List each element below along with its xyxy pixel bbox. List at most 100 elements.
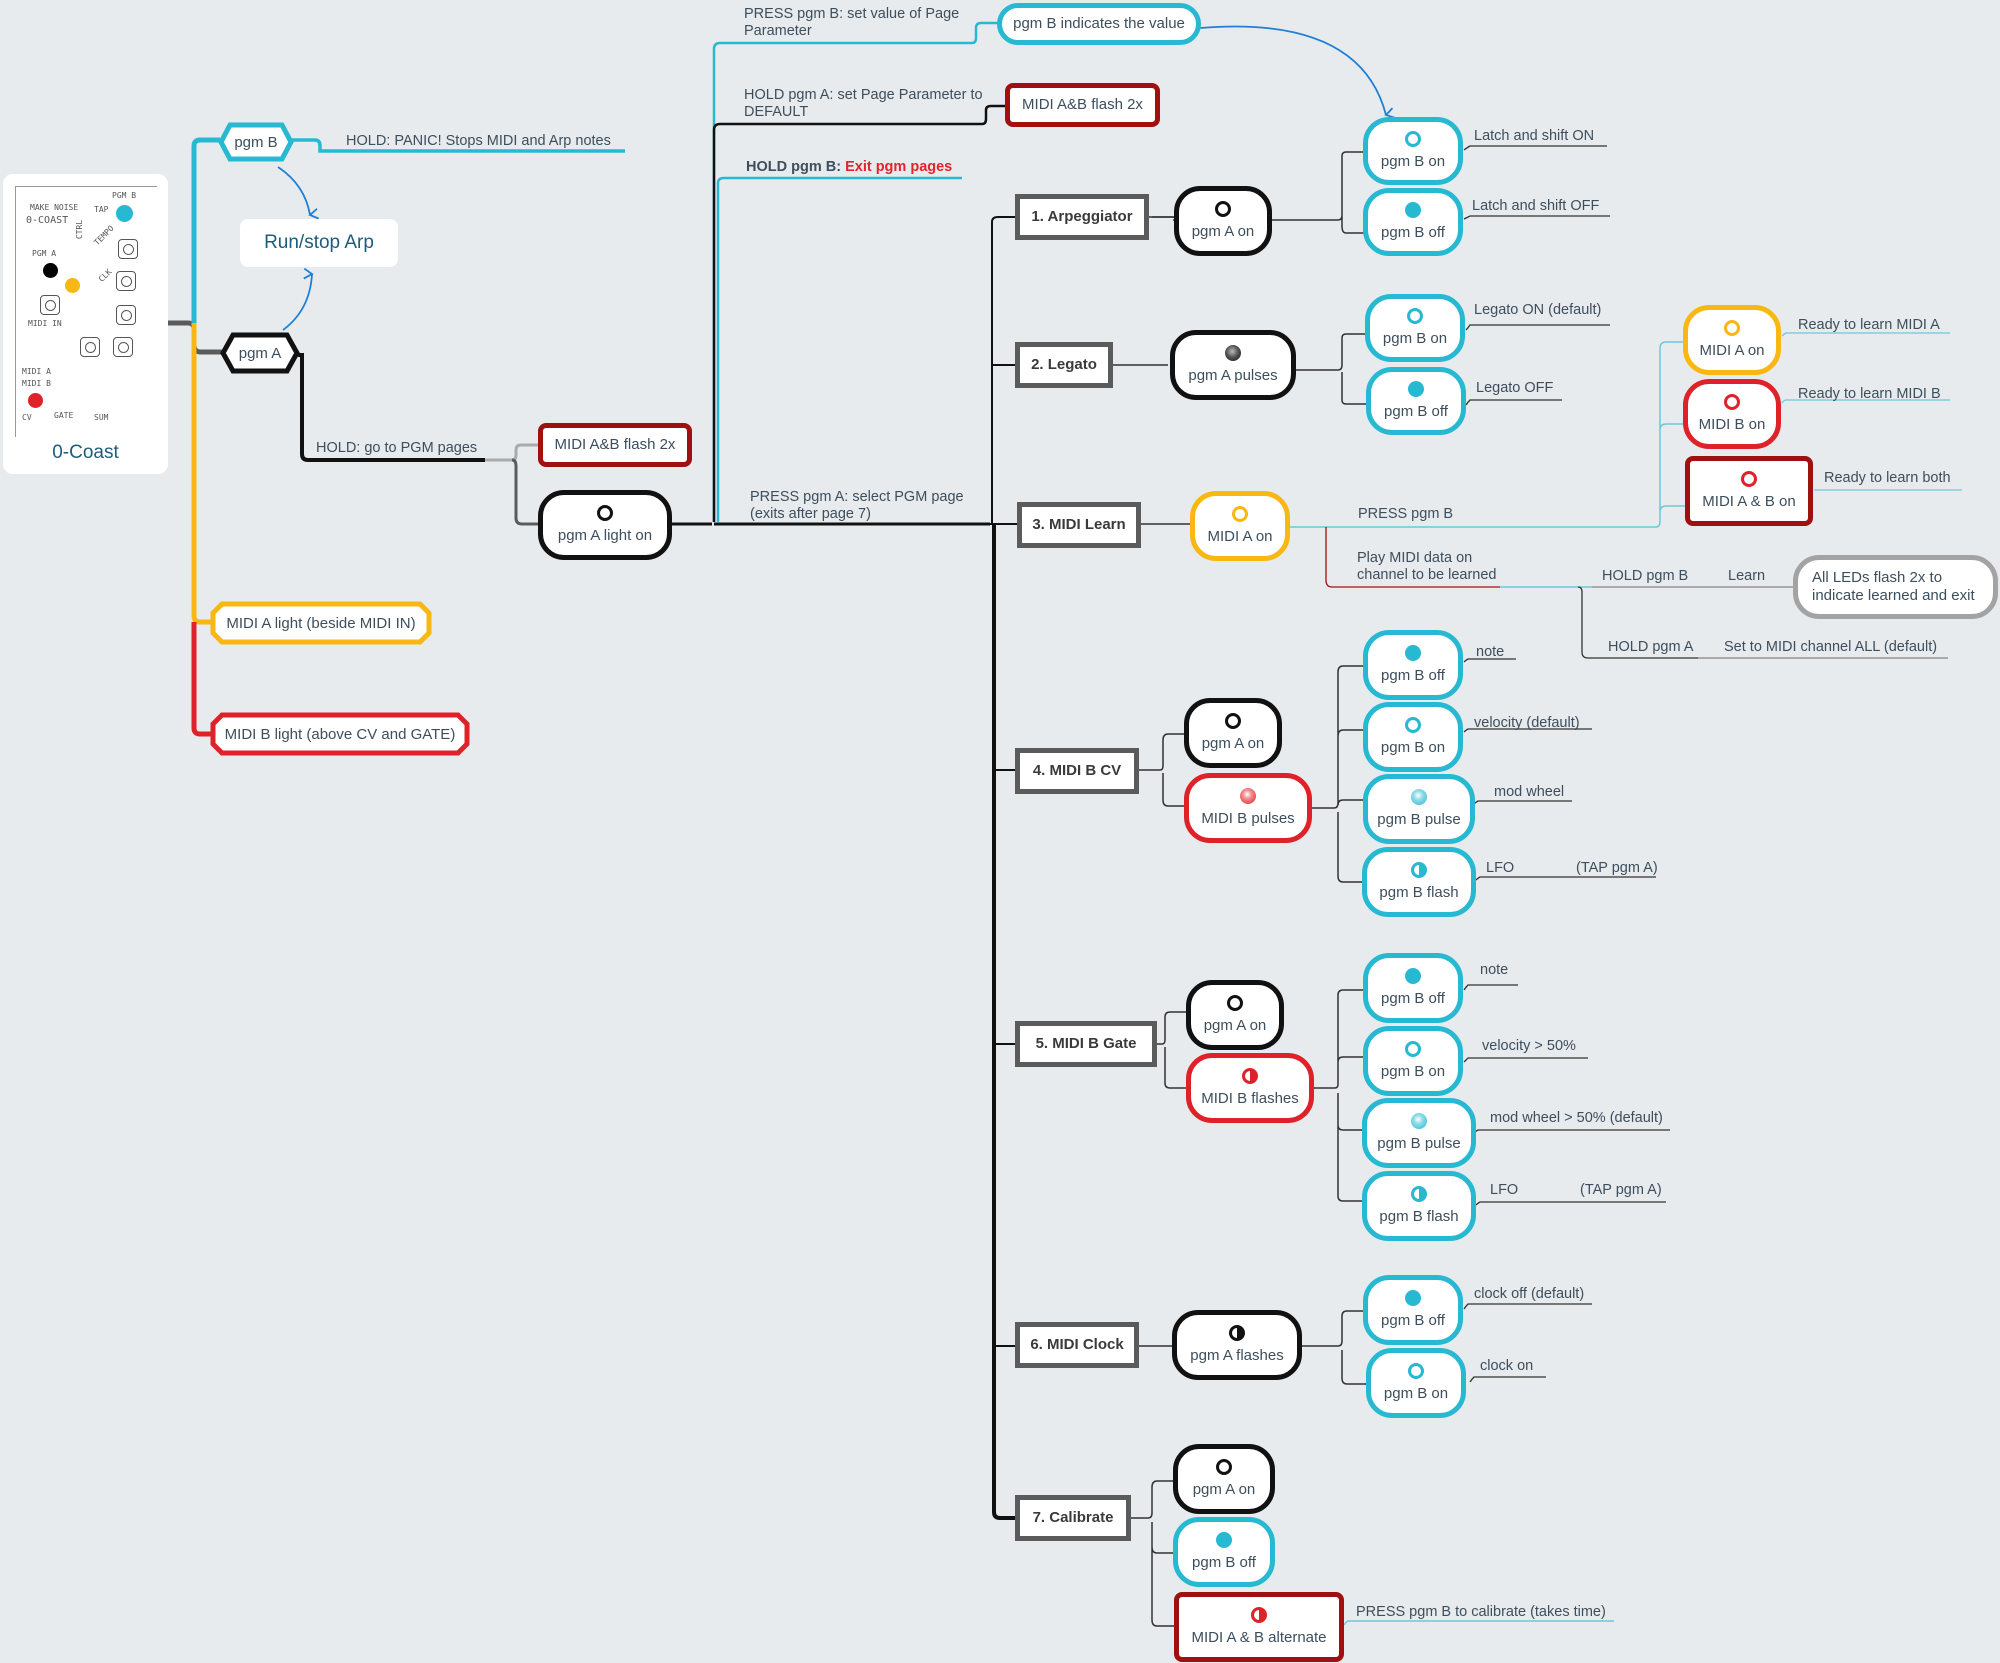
hold-a-flash-label: MIDI A&B flash 2x <box>1022 96 1143 113</box>
press-pgm-b-note: PRESS pgm B <box>1358 506 1454 522</box>
page-7-indicator-2: pgm B off <box>1173 1517 1275 1587</box>
led-pulse-black-icon <box>1225 345 1241 361</box>
page-3-option-3: MIDI A & B on <box>1685 456 1813 526</box>
page-5-option-3: pgm B pulse <box>1362 1098 1476 1168</box>
wire-to-pgm-a-light <box>511 458 540 526</box>
option-meaning: LFO <box>1490 1182 1519 1198</box>
led-open-black-icon <box>597 505 613 521</box>
page-2-option-2: pgm B off <box>1366 367 1466 435</box>
pgm-a-hold-note: HOLD: go to PGM pages <box>316 440 478 456</box>
page-6-midi-clock[interactable]: 6. MIDI Clock <box>1015 1322 1139 1368</box>
page-1-indicator: pgm A on <box>1174 186 1272 256</box>
page-1-option-2: pgm B off <box>1363 188 1463 256</box>
led-pulse-teal-icon <box>1411 1113 1427 1129</box>
page-3-midi-learn[interactable]: 3. MIDI Learn <box>1017 502 1141 548</box>
page-5-option-4: pgm B flash <box>1362 1171 1476 1241</box>
page-2-legato[interactable]: 2. Legato <box>1015 342 1113 388</box>
cv-label: CV <box>22 413 32 422</box>
learn-result-label: All LEDs flash 2x to indicate learned an… <box>1812 569 1975 604</box>
arrow-pgm-a-run <box>282 267 314 331</box>
option-label: pgm B on <box>1380 153 1446 170</box>
page-1-arpeggiator[interactable]: 1. Arpeggiator <box>1015 194 1149 240</box>
midi-b-light-node: MIDI B light (above CV and GATE) <box>210 712 470 756</box>
led-open-teal-icon <box>1405 717 1421 733</box>
page-4-option-3: pgm B pulse <box>1363 774 1475 844</box>
midi-a-light-node: MIDI A light (beside MIDI IN) <box>210 601 432 645</box>
led-filled-teal-icon <box>1405 1290 1421 1306</box>
led-half-red-icon <box>1251 1607 1267 1623</box>
wire-pgm-b <box>191 137 220 323</box>
wire-page-spine <box>991 216 1016 524</box>
hold-pgm-b-note: HOLD pgm B <box>1602 568 1689 584</box>
led-open-black-icon <box>1215 201 1231 217</box>
pgm-b-hold-note: HOLD: PANIC! Stops MIDI and Arp notes <box>346 133 611 149</box>
page-4-option-1: pgm B off <box>1363 630 1463 700</box>
led-open-teal-icon <box>1405 1041 1421 1057</box>
page-title: 6. MIDI Clock <box>1030 1336 1124 1353</box>
hold-b-prefix: HOLD pgm B: <box>746 159 842 175</box>
pgm-a-light-on-node[interactable]: pgm A light on <box>538 490 672 560</box>
entry-flash-label: MIDI A&B flash 2x <box>554 436 676 453</box>
option-label: pgm B on <box>1380 739 1446 756</box>
page-title: 4. MIDI B CV <box>1032 762 1122 779</box>
option-extra: (TAP pgm A) <box>1576 860 1658 876</box>
page-6-option-2: pgm B on <box>1366 1348 1466 1418</box>
arrow-value-to-arp <box>1199 25 1396 119</box>
run-stop-arp-node[interactable]: Run/stop Arp <box>240 219 398 267</box>
pgm-a-button <box>43 263 58 278</box>
led-open-black-icon <box>1227 995 1243 1011</box>
option-label: pgm B on <box>1380 1063 1446 1080</box>
pgm-a-node[interactable]: pgm A <box>220 332 300 374</box>
page-7-indicator-3: MIDI A & B alternate <box>1174 1592 1344 1662</box>
led-half-teal-icon <box>1411 1186 1427 1202</box>
led-filled-teal-icon <box>1216 1532 1232 1548</box>
led-open-red-icon <box>1724 394 1740 410</box>
device-name: 0-Coast <box>52 442 119 463</box>
led-open-yellow-icon <box>1232 506 1248 522</box>
indicator-label: pgm B off <box>1192 1554 1256 1571</box>
pgm-b-node[interactable]: pgm B <box>218 122 294 162</box>
page-4-midi-b-cv[interactable]: 4. MIDI B CV <box>1015 748 1139 794</box>
page-title: 3. MIDI Learn <box>1032 516 1126 533</box>
entry-flash-node: MIDI A&B flash 2x <box>538 423 692 467</box>
led-filled-teal-icon <box>1408 381 1424 397</box>
option-label: pgm B on <box>1382 330 1448 347</box>
pgm-b-indicates-label: pgm B indicates the value <box>1013 15 1185 32</box>
pgm-a-label: pgm A <box>238 344 282 362</box>
ctrl-label: CTRL <box>75 219 85 240</box>
sum-label: SUM <box>94 413 109 422</box>
calibrate-note: PRESS pgm B to calibrate (takes time) <box>1356 1604 1606 1620</box>
led-filled-teal-icon <box>1405 645 1421 661</box>
page-5-midi-b-gate[interactable]: 5. MIDI B Gate <box>1015 1021 1157 1067</box>
option-label: MIDI A on <box>1699 342 1765 359</box>
led-half-red-icon <box>1242 1068 1258 1084</box>
option-meaning: mod wheel <box>1494 784 1565 800</box>
hold-a-note: HOLD pgm A: set Page Parameter to DEFAUL… <box>744 87 983 121</box>
indicator-label: pgm A on <box>1203 1017 1267 1034</box>
indicator-label: pgm A on <box>1201 735 1265 752</box>
option-meaning: note <box>1480 962 1509 978</box>
midi-a-light-label: MIDI A light (beside MIDI IN) <box>226 614 416 632</box>
page-3-option-2: MIDI B on <box>1683 379 1781 449</box>
option-label: pgm B off <box>1381 990 1445 1007</box>
led-open-red-icon <box>1741 471 1757 487</box>
led-open-yellow-icon <box>1724 320 1740 336</box>
hold-b-note: HOLD pgm B: Exit pgm pages <box>746 159 952 176</box>
option-extra: (TAP pgm A) <box>1580 1182 1662 1198</box>
option-meaning: clock off (default) <box>1474 1286 1585 1302</box>
exit-pgm-pages-label: Exit pgm pages <box>845 159 953 175</box>
option-label: pgm B on <box>1383 1385 1449 1402</box>
wire-hold-b <box>716 176 962 522</box>
led-pulse-red-icon <box>1240 788 1256 804</box>
option-label: pgm B off <box>1381 1312 1445 1329</box>
page-5-indicator-1: pgm A on <box>1186 980 1284 1050</box>
led-open-black-icon <box>1225 713 1241 729</box>
page-7-calibrate[interactable]: 7. Calibrate <box>1015 1495 1131 1541</box>
press-a-note: PRESS pgm A: select PGM page (exits afte… <box>750 489 964 523</box>
wire-midi-a-light <box>191 323 212 625</box>
option-label: pgm B off <box>1384 403 1448 420</box>
pgm-b-label: PGM B <box>112 191 137 200</box>
led-filled-teal-icon <box>1405 202 1421 218</box>
hold-pgm-a-note: HOLD pgm A <box>1608 639 1694 655</box>
pgm-b-button <box>116 205 133 222</box>
